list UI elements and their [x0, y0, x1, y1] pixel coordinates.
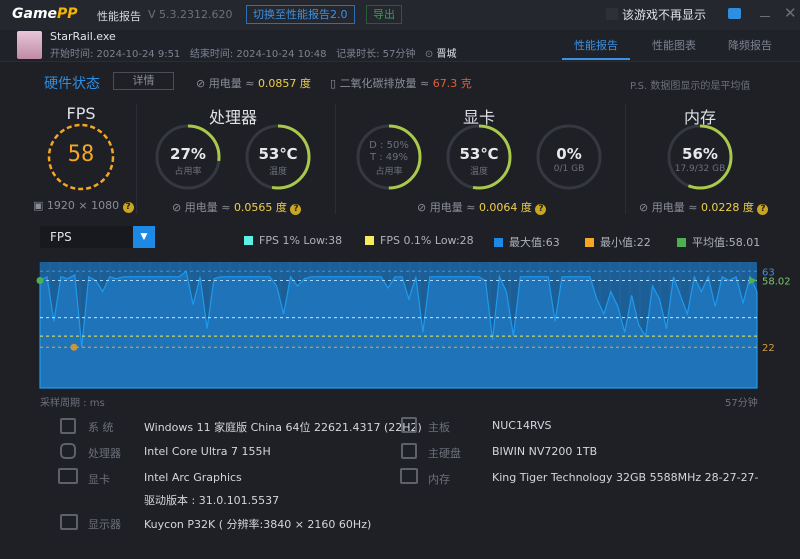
power-icon: ⊘: [417, 201, 430, 214]
hardware-status-title: 硬件状态: [44, 76, 100, 92]
x-label-left: 采样周期 : ms: [40, 398, 105, 409]
cpu-temp-value: 53℃: [258, 145, 298, 163]
cpu-temp-label: 温度: [268, 167, 287, 177]
exe-name: StarRail.exe: [50, 30, 116, 43]
cpu-icon: [60, 443, 76, 459]
co2-emission: ▯ 二氧化碳排放量 ≈ 67.3 克: [330, 77, 472, 90]
monitor-icon: ▣: [33, 199, 47, 212]
disk-value: BIWIN NV7200 1TB: [492, 445, 598, 458]
gpu-usage-label: 占用率: [375, 167, 403, 177]
avg-label: 58.02: [762, 276, 791, 287]
session-times: 开始时间: 2024-10-24 9:51 结束时间: 2024-10-24 1…: [50, 45, 456, 60]
active-tab-indicator: [562, 58, 630, 60]
gpu-d-usage: D : 50%: [369, 140, 409, 151]
duration: 记录时长: 57分钟: [336, 49, 416, 60]
cpu-value: Intel Core Ultra 7 155H: [144, 445, 271, 458]
gpu-temp-value: 53℃: [459, 145, 499, 163]
gpu-icon: [58, 468, 78, 484]
vram-label: 0/1 GB: [553, 164, 585, 174]
help-icon[interactable]: ?: [122, 202, 134, 213]
fps-value: 58: [67, 142, 95, 167]
legend-low1: FPS 1% Low:38: [244, 234, 342, 247]
x-label-right: 57分钟: [725, 398, 758, 409]
gpu-value: Intel Arc Graphics: [144, 471, 242, 484]
min-label: 22: [762, 343, 775, 354]
fps-chart: 6358.0222: [36, 262, 791, 389]
location: 晋城: [436, 49, 457, 60]
ram-icon: [400, 468, 418, 484]
gpu-t-usage: T : 49%: [369, 152, 409, 163]
cpu-power: ⊘ 用电量 ≈ 0.0565 度 ?: [172, 199, 302, 215]
export-button[interactable]: 导出: [366, 5, 402, 24]
board-value: NUC14RVS: [492, 419, 552, 432]
monitor-value: Kuycon P32K ( 分辨率:3840 × 2160 60Hz): [144, 518, 372, 531]
cpu-usage-label: 占用率: [174, 167, 202, 177]
hide-game-label: 该游戏不再显示: [622, 8, 707, 22]
monitor-label: 显示器: [88, 518, 121, 531]
tab-throttle-report[interactable]: 降频报告: [728, 37, 772, 53]
disk-icon: [401, 443, 417, 459]
legend-avg: 平均值:58.01: [677, 234, 760, 250]
motherboard-icon: [401, 417, 417, 433]
memory-usage-value: 56%: [682, 145, 718, 163]
end-time: 结束时间: 2024-10-24 10:48: [189, 49, 327, 60]
window-title: 性能报告: [97, 10, 141, 23]
location-icon: ⊙: [424, 49, 434, 60]
min-marker: [70, 343, 78, 351]
hide-game-checkbox[interactable]: [606, 8, 618, 20]
gpu-label: 显卡: [88, 473, 110, 486]
average-note: P.S. 数据图显示的是平均值: [630, 81, 751, 92]
gpu-temp-label: 温度: [469, 167, 488, 177]
legend-min: 最小值:22: [585, 234, 651, 250]
gamepp-logo: GamePP: [12, 6, 78, 22]
game-avatar: [17, 31, 42, 59]
gpu-driver: 驱动版本 : 31.0.101.5537: [144, 494, 280, 507]
tab-performance-chart[interactable]: 性能图表: [652, 37, 696, 53]
vram-value: 0%: [556, 145, 582, 163]
memory-power: ⊘ 用电量 ≈ 0.0228 度 ?: [639, 199, 769, 215]
metric-select-value: FPS: [50, 230, 72, 244]
total-power: ⊘ 用电量 ≈ 0.0857 度: [196, 77, 311, 90]
title-bar: GamePP 性能报告 V 5.3.2312.620 切换至性能报告2.0 导出…: [0, 0, 800, 30]
help-icon[interactable]: ?: [535, 204, 547, 215]
windows-icon: [60, 418, 76, 434]
tab-performance-report[interactable]: 性能报告: [574, 37, 618, 53]
legend-max: 最大值:63: [494, 234, 560, 250]
resolution: ▣ 1920 × 1080 ?: [33, 199, 134, 213]
ram-label: 内存: [428, 473, 450, 486]
metric-select[interactable]: FPS ▼: [40, 226, 155, 248]
memory-usage-label: 17.9/32 GB: [674, 164, 726, 174]
cpu-usage-value: 27%: [170, 145, 206, 163]
version-label: V 5.3.2312.620: [148, 8, 233, 21]
os-value: Windows 11 家庭版 China 64位 22621.4317 (22H…: [144, 421, 422, 434]
start-time: 开始时间: 2024-10-24 9:51: [50, 49, 181, 60]
power-icon: ⊘: [196, 77, 209, 90]
camera-icon[interactable]: [728, 8, 741, 19]
gpu-power: ⊘ 用电量 ≈ 0.0064 度 ?: [417, 199, 547, 215]
co2-icon: ▯: [330, 77, 340, 90]
minimize-icon[interactable]: [760, 16, 770, 17]
detail-button[interactable]: 详情: [113, 72, 174, 90]
avg-marker: [36, 276, 44, 284]
power-icon: ⊘: [172, 201, 185, 214]
ram-value: King Tiger Technology 32GB 5588MHz 28-27…: [492, 471, 759, 484]
switch-report-button[interactable]: 切换至性能报告2.0: [246, 5, 355, 24]
cpu-label: 处理器: [88, 447, 121, 460]
chevron-down-icon[interactable]: ▼: [133, 226, 155, 248]
os-label: 系 统: [88, 421, 114, 434]
help-icon[interactable]: ?: [290, 204, 302, 215]
power-icon: ⊘: [639, 201, 652, 214]
disk-label: 主硬盘: [428, 447, 461, 460]
help-icon[interactable]: ?: [757, 204, 769, 215]
close-icon[interactable]: ✕: [784, 4, 797, 22]
monitor-icon: [60, 514, 78, 530]
board-label: 主板: [428, 421, 450, 434]
legend-low01: FPS 0.1% Low:28: [365, 234, 474, 247]
